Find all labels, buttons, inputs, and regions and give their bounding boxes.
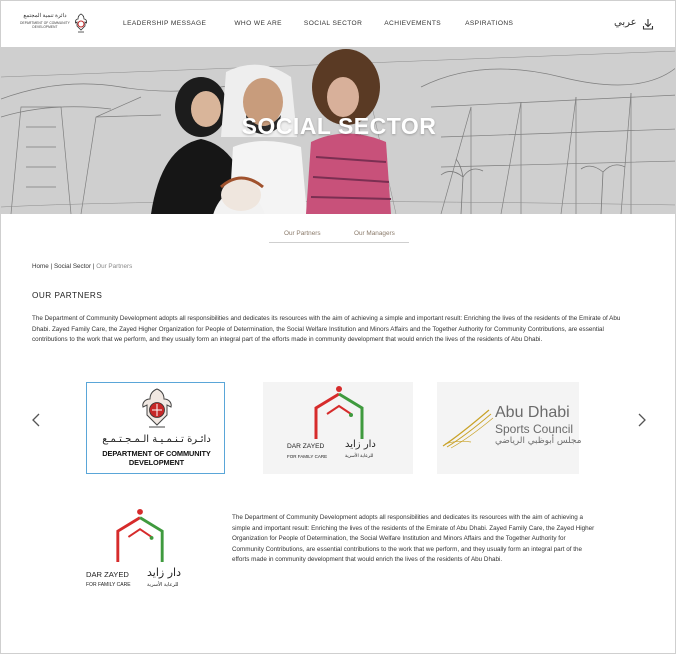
dar-zayed-arabic-sub: للرعاية الأسرية — [345, 454, 374, 459]
partner-card-dcd[interactable]: دائـرة تـنـمـيـة الـمـجـتـمـع DEPARTMENT… — [86, 382, 225, 474]
hero-title: SOCIAL SECTOR — [241, 113, 437, 139]
page-frame: دائرة تنمية المجتمع DEPARTMENT OF COMMUN… — [0, 0, 676, 654]
nav-achievements[interactable]: ACHIEVEMENTS — [384, 20, 441, 27]
selected-partner-logo: DAR ZAYED FOR FAMILY CARE دار زايد للرعا… — [67, 504, 217, 596]
nav-aspirations[interactable]: ASPIRATIONS — [465, 20, 513, 27]
top-header: دائرة تنمية المجتمع DEPARTMENT OF COMMUN… — [1, 1, 675, 47]
nav-leadership-message[interactable]: LEADERSHIP MESSAGE — [123, 20, 206, 27]
detail-dar-zayed-arabic: دار زايد — [147, 566, 181, 579]
dcd-english-line2: DEVELOPMENT — [128, 458, 185, 467]
partners-intro: The Department of Community Development … — [32, 315, 621, 344]
dcd-english-name: DEPARTMENT OF COMMUNITY DEVELOPMENT — [87, 449, 226, 467]
chevron-left-icon[interactable] — [31, 413, 41, 427]
chevron-right-icon[interactable] — [637, 413, 647, 427]
dar-zayed-english: DAR ZAYED — [287, 443, 325, 450]
falcon-emblem-icon — [142, 388, 172, 428]
sports-council-line1: Abu Dhabi — [495, 404, 570, 421]
sports-council-line2: Sports Council — [495, 422, 574, 436]
tab-our-managers[interactable]: Our Managers — [354, 230, 395, 237]
dcd-arabic-name: دائـرة تـنـمـيـة الـمـجـتـمـع — [102, 434, 211, 445]
detail-dar-zayed-english: DAR ZAYED — [86, 570, 129, 579]
dar-zayed-english-sub: FOR FAMILY CARE — [287, 454, 328, 459]
nav-social-sector[interactable]: SOCIAL SECTOR — [304, 20, 362, 27]
detail-dar-zayed-arabic-sub: للرعاية الأسرية — [147, 582, 179, 588]
language-toggle[interactable]: عربي — [614, 17, 637, 28]
logo-english-text: DEPARTMENT OF COMMUNITY DEVELOPMENT — [20, 21, 70, 29]
nav-who-we-are[interactable]: WHO WE ARE — [234, 20, 282, 27]
partner-card-sports-council[interactable]: Abu Dhabi Sports Council مجلس أبوظبي الر… — [437, 382, 582, 474]
main-nav: LEADERSHIP MESSAGE WHO WE ARE SOCIAL SEC… — [123, 20, 541, 27]
partner-card-dar-zayed[interactable]: DAR ZAYED FOR FAMILY CARE دار زايد للرعا… — [263, 382, 413, 474]
breadcrumb-home[interactable]: Home — [32, 263, 49, 270]
dcd-logo[interactable]: دائرة تنمية المجتمع DEPARTMENT OF COMMUN… — [19, 13, 89, 35]
house-logo-icon — [116, 508, 164, 562]
sub-tabs: Our Partners Our Managers — [269, 228, 409, 243]
breadcrumb: Home | Social Sector | Our Partners — [32, 263, 132, 270]
breadcrumb-current: Our Partners — [96, 263, 133, 270]
detail-dar-zayed-english-sub: FOR FAMILY CARE — [86, 582, 131, 588]
breadcrumb-social-sector[interactable]: Social Sector — [54, 263, 91, 270]
sports-council-arabic: مجلس أبوظبي الرياضي — [495, 436, 582, 446]
falcon-emblem-icon — [74, 13, 88, 33]
section-title: OUR PARTNERS — [32, 291, 103, 300]
dcd-english-line1: DEPARTMENT OF COMMUNITY — [102, 449, 211, 458]
gold-swoosh-icon — [442, 409, 494, 449]
hero-banner: SOCIAL SECTOR — [1, 47, 675, 214]
tab-our-partners[interactable]: Our Partners — [284, 230, 321, 237]
logo-arabic-text: دائرة تنمية المجتمع — [23, 13, 67, 19]
dar-zayed-arabic: دار زايد — [345, 439, 376, 450]
selected-partner-description: The Department of Community Development … — [232, 514, 595, 564]
house-logo-icon — [314, 386, 364, 439]
download-icon[interactable] — [642, 18, 654, 30]
